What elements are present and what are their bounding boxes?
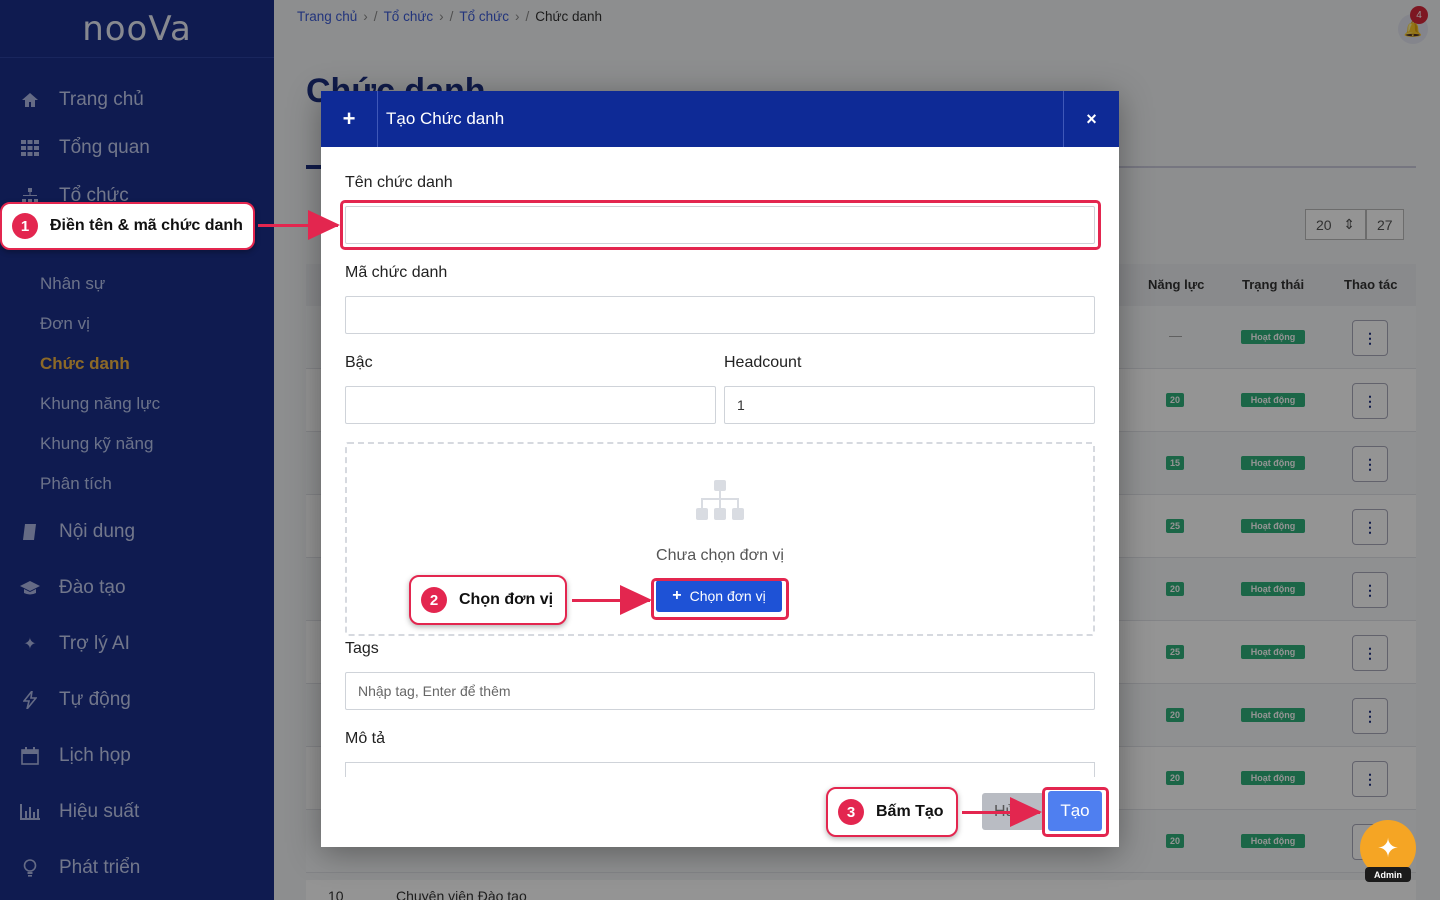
callout-step-1: 1 Điền tên & mã chức danh: [0, 202, 255, 250]
step-number: 3: [838, 799, 864, 825]
callout-text: Chọn đơn vị: [459, 591, 554, 608]
arrow-step-3: [962, 797, 1042, 827]
code-label: Mã chức danh: [345, 264, 448, 281]
level-label: Bậc: [345, 354, 373, 371]
sparkle-icon: ✦: [1377, 832, 1399, 863]
unit-empty-text: Chưa chọn đơn vị: [656, 547, 784, 564]
headcount-label: Headcount: [724, 354, 802, 371]
step-number: 1: [12, 213, 38, 239]
tags-input[interactable]: Nhập tag, Enter để thêm: [345, 672, 1095, 710]
name-label: Tên chức danh: [345, 174, 453, 191]
tags-label: Tags: [345, 640, 379, 657]
close-icon[interactable]: ×: [1063, 91, 1119, 147]
code-input[interactable]: [345, 296, 1095, 334]
level-input[interactable]: [345, 386, 716, 424]
callout-text: Bấm Tạo: [876, 803, 944, 820]
arrow-step-2: [572, 585, 652, 615]
step-number: 2: [421, 587, 447, 613]
plus-icon: +: [321, 91, 378, 147]
callout-step-2: 2 Chọn đơn vị: [409, 575, 567, 625]
description-textarea[interactable]: [345, 762, 1095, 778]
org-chart-icon: [696, 480, 744, 520]
callout-text: Điền tên & mã chức danh: [50, 217, 243, 234]
headcount-input[interactable]: 1: [724, 386, 1095, 424]
description-label: Mô tả: [345, 730, 386, 747]
highlight-name-input: [340, 200, 1101, 250]
modal-header: + Tạo Chức danh ×: [321, 91, 1119, 147]
admin-label: Admin: [1365, 867, 1411, 882]
highlight-choose-unit: [651, 578, 789, 620]
arrow-step-1: [258, 210, 340, 240]
callout-step-3: 3 Bấm Tạo: [826, 787, 958, 837]
highlight-create-button: [1042, 787, 1109, 837]
modal-title: Tạo Chức danh: [386, 109, 505, 128]
app-root: nooVa Trang chủ Tổng quan Tổ chức Nhân s…: [0, 0, 1440, 900]
